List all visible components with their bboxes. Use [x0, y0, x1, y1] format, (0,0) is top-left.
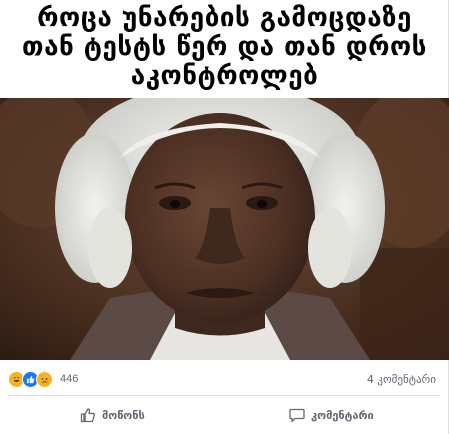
comment-label: კომენტარი	[311, 408, 374, 422]
thumbs-up-icon	[80, 408, 96, 423]
reactions-summary[interactable]: 446	[8, 370, 79, 388]
divider	[8, 395, 440, 396]
post-image[interactable]	[0, 98, 449, 360]
like-button[interactable]: მოწონს	[80, 404, 145, 426]
caption-line-2: თან ტესტს წერ და თან დროს	[22, 32, 427, 62]
sad-icon	[36, 370, 53, 388]
comment-bubble-icon	[289, 408, 305, 423]
post-card: როცა უნარების გამოცდაზე თან ტესტს წერ და…	[0, 0, 449, 434]
caption-line-1: როცა უნარების გამოცდაზე	[37, 3, 412, 33]
like-label: მოწონს	[102, 408, 145, 422]
comments-count-link[interactable]: 4 კომენტარი	[367, 373, 436, 386]
reaction-count: 446	[60, 373, 79, 385]
post-caption: როცა უნარების გამოცდაზე თან ტესტს წერ და…	[0, 4, 449, 91]
caption-line-3: აკონტროლებ	[130, 61, 319, 91]
comment-button[interactable]: კომენტარი	[289, 404, 374, 426]
